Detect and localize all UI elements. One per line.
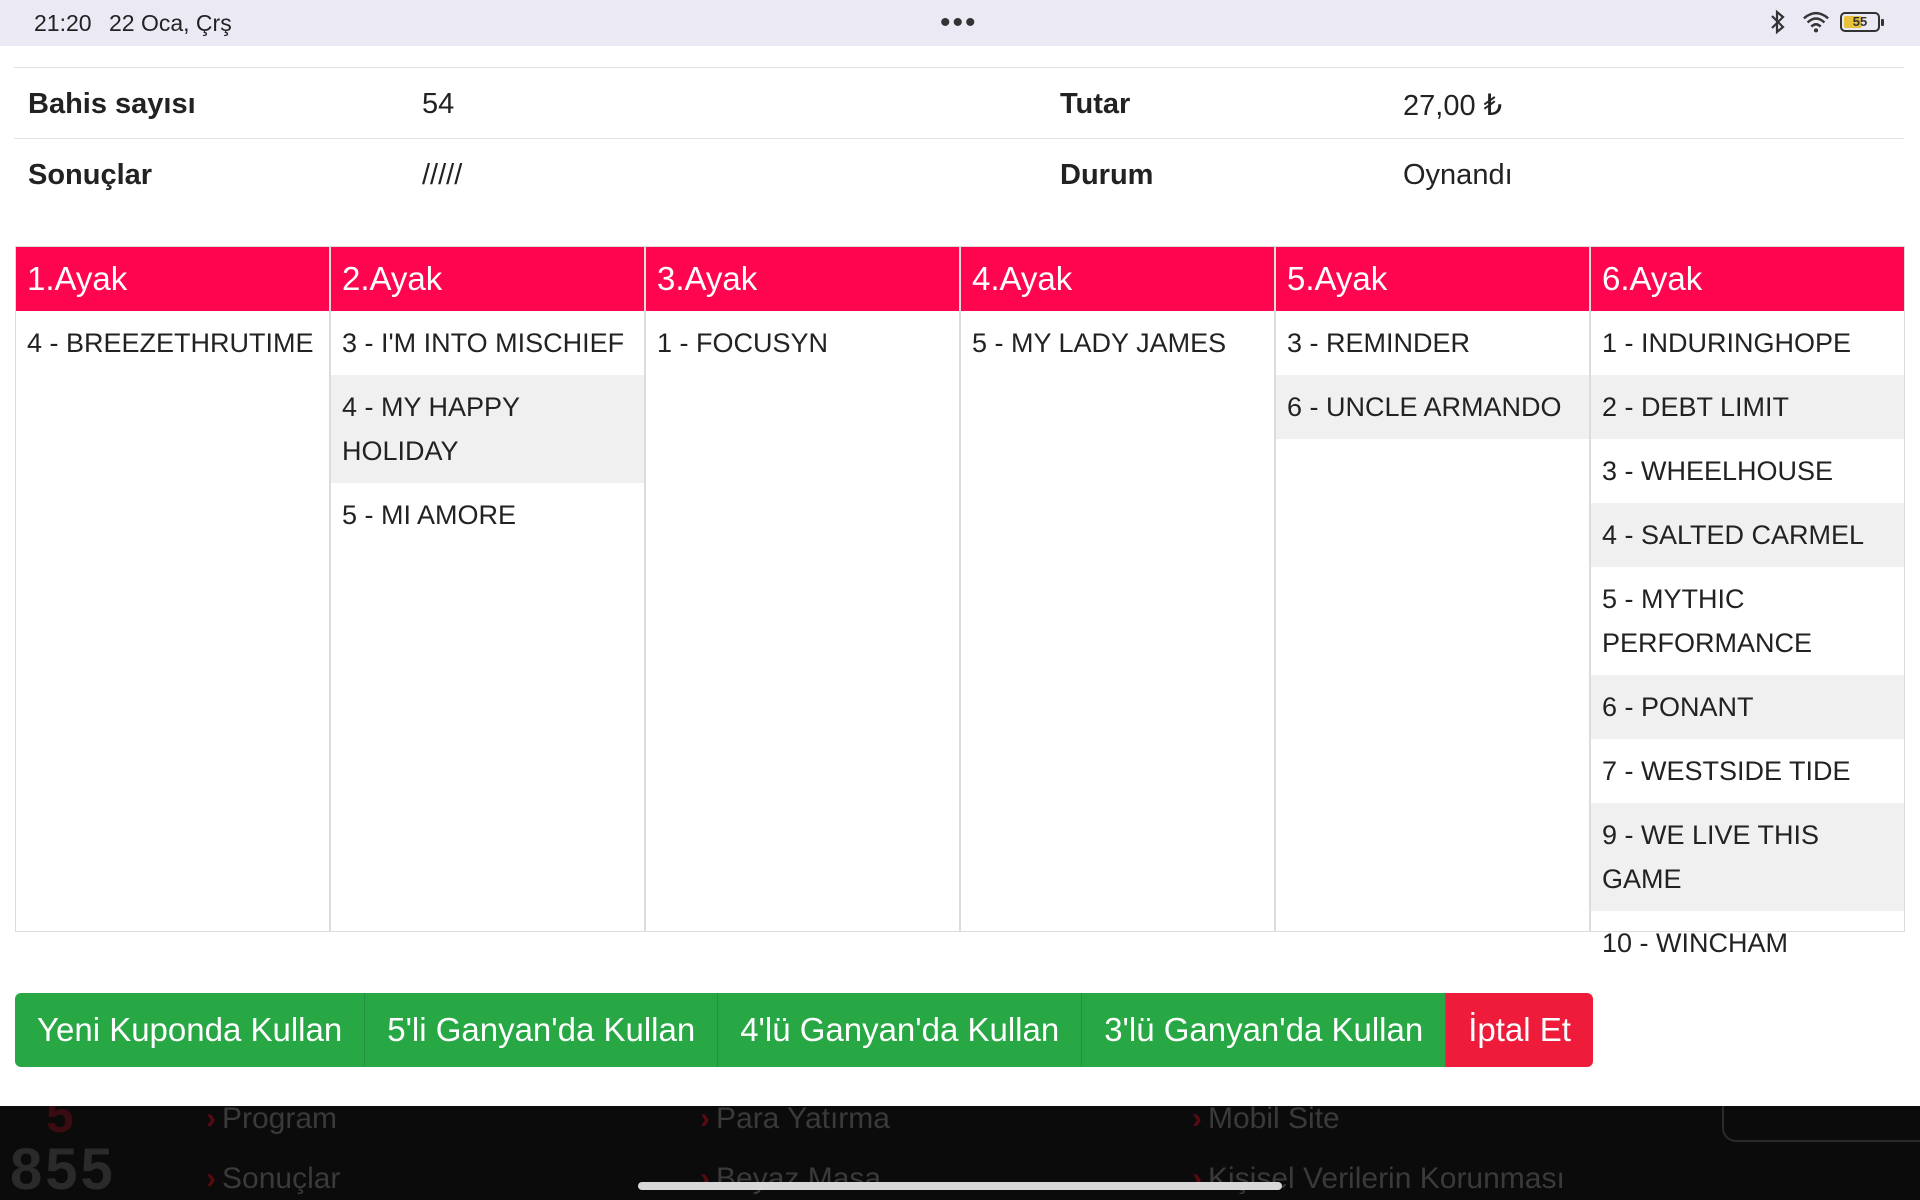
status-time: 21:20 [34,10,92,36]
footer-link-results[interactable]: › Sonuçlar [206,1162,340,1196]
leg-column: 5.Ayak 3 - REMINDER 6 - UNCLE ARMANDO [1276,247,1591,931]
horse-item: 9 - WE LIVE THIS GAME [1591,803,1904,911]
use-in-3lu-ganyan-button[interactable]: 3'lü Ganyan'da Kullan [1082,993,1447,1067]
footer-link-mobile-site[interactable]: › Mobil Site [1192,1106,1340,1136]
action-button-bar: Yeni Kuponda Kullan 5'li Ganyan'da Kulla… [15,993,1593,1067]
horse-item: 5 - MY LADY JAMES [972,328,1227,358]
leg-header: 2.Ayak [331,247,644,311]
leg-header: 1.Ayak [16,247,329,311]
use-in-new-coupon-button[interactable]: Yeni Kuponda Kullan [15,993,366,1067]
leg-column: 4.Ayak 5 - MY LADY JAMES [961,247,1276,931]
horse-item: 10 - WINCHAM [1602,928,1789,958]
horse-item: 3 - WHEELHOUSE [1602,456,1834,486]
bet-count-value: 54 [422,88,455,120]
leg-column: 1.Ayak 4 - BREEZETHRUTIME [16,247,331,931]
footer-link-deposit[interactable]: › Para Yatırma [700,1106,890,1136]
leg-column: 2.Ayak 3 - I'M INTO MISCHIEF 4 - MY HAPPY … [331,247,646,931]
amount-label: Tutar [1060,88,1131,120]
status-date: 22 Oca, Çrş [109,10,232,36]
horse-item: 4 - MY HAPPY HOLIDAY [331,375,644,483]
results-label: Sonuçlar [28,159,153,191]
more-dots-icon[interactable]: ••• [940,6,978,40]
amount-value: 27,00 ₺ [1403,90,1503,122]
horse-item: 1 - INDURINGHOPE [1602,328,1852,358]
horse-item: 4 - SALTED CARMEL [1591,503,1904,567]
leg-column: 6.Ayak 1 - INDURINGHOPE 2 - DEBT LIMIT 3 - … [1591,247,1904,958]
bet-count-label: Bahis sayısı [28,88,196,120]
footer-link-kvkk[interactable]: › Kişisel Verilerin Korunması [1192,1162,1565,1196]
horse-item: 5 - MI AMORE [342,500,517,530]
battery-icon: 55 [1840,12,1884,32]
status-label: Durum [1060,159,1154,191]
horse-item: 7 - WESTSIDE TIDE [1602,756,1851,786]
site-logo-number: 855 [10,1137,116,1200]
status-value: Oynandı [1403,159,1513,191]
horse-item: 3 - REMINDER [1287,328,1471,358]
horse-item: 4 - BREEZETHRUTIME [27,328,314,358]
info-row: Sonuçlar ///// Durum Oynandı [14,138,1904,209]
use-in-4lu-ganyan-button[interactable]: 4'lü Ganyan'da Kullan [718,993,1083,1067]
footer-app-badge[interactable] [1722,1106,1920,1142]
wifi-icon [1802,8,1830,36]
bluetooth-icon [1764,8,1792,36]
horse-item: 6 - PONANT [1591,675,1904,739]
info-row: Bahis sayısı 54 Tutar 27,00 ₺ [14,67,1904,138]
coupon-info-table: Bahis sayısı 54 Tutar 27,00 ₺ Sonuçlar /… [14,67,1904,209]
leg-header: 6.Ayak [1591,247,1904,311]
battery-level: 55 [1852,14,1868,29]
status-bar: 21:20 22 Oca, Çrş ••• 55 [0,0,1920,46]
use-in-5li-ganyan-button[interactable]: 5'li Ganyan'da Kullan [365,993,719,1067]
horse-item: 6 - UNCLE ARMANDO [1276,375,1589,439]
legs-table: 1.Ayak 4 - BREEZETHRUTIME 2.Ayak 3 - I'M IN… [15,246,1905,958]
leg-header: 5.Ayak [1276,247,1589,311]
horse-item: 5 - MYTHIC PERFORMANCE [1602,584,1813,658]
horse-item: 3 - I'M INTO MISCHIEF [342,328,625,358]
cancel-coupon-button[interactable]: İptal Et [1446,993,1593,1067]
horse-item: 2 - DEBT LIMIT [1591,375,1904,439]
leg-header: 3.Ayak [646,247,959,311]
leg-column: 3.Ayak 1 - FOCUSYN [646,247,961,931]
footer-link-white-desk[interactable]: › Beyaz Masa [700,1162,881,1196]
footer-link-program[interactable]: › Program [206,1106,337,1136]
horse-item: 1 - FOCUSYN [657,328,829,358]
leg-header: 4.Ayak [961,247,1274,311]
results-value: ///// [422,159,463,191]
home-indicator[interactable] [638,1182,1282,1190]
